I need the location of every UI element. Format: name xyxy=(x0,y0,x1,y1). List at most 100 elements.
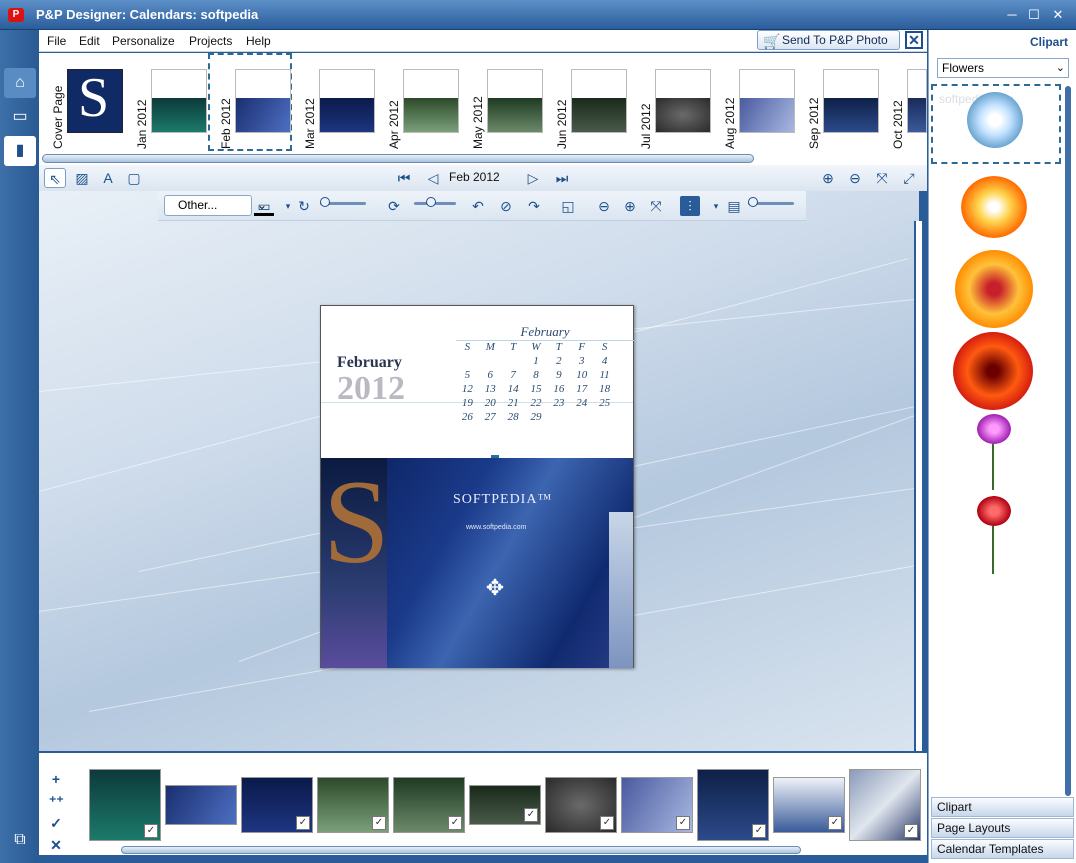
crop-icon[interactable]: ◱ xyxy=(558,196,578,216)
add-frame-icon[interactable]: ▢ xyxy=(123,168,145,188)
close-window-button[interactable]: ✕ xyxy=(1050,7,1066,23)
fullscreen-icon[interactable]: ⤢ xyxy=(898,168,920,188)
tray-photo[interactable]: ✓ xyxy=(849,769,921,841)
size-slider[interactable] xyxy=(414,197,456,207)
clipart-red-flower[interactable] xyxy=(953,332,1033,410)
remove-photo-icon[interactable]: ✕ xyxy=(49,837,63,853)
clipart-purple-flower[interactable] xyxy=(977,414,1011,444)
tray-photo[interactable]: ✓ xyxy=(89,769,161,841)
menu-help[interactable]: Help xyxy=(246,34,271,48)
tray-photo[interactable]: ✓ xyxy=(469,785,541,825)
tab-clipart[interactable]: Clipart xyxy=(931,797,1074,817)
canvas-horizontal-scrollbar[interactable] xyxy=(39,751,927,765)
check-icon[interactable]: ✓ xyxy=(752,824,766,838)
add-photo-icon[interactable]: + xyxy=(49,771,63,787)
canvas-vertical-scrollbar[interactable] xyxy=(914,221,922,751)
check-icon[interactable]: ✓ xyxy=(144,824,158,838)
page-thumb-may[interactable]: May 2012 xyxy=(471,63,545,149)
reset-rotation-icon[interactable]: ⊘ xyxy=(496,196,516,216)
check-icon[interactable]: ✓ xyxy=(448,816,462,830)
prev-page-icon[interactable]: ◁ xyxy=(422,168,444,188)
minimize-button[interactable]: ─ xyxy=(1004,7,1020,23)
tray-photo[interactable]: ✓ xyxy=(773,777,845,833)
page-thumb-jul[interactable]: Jul 2012 xyxy=(639,63,713,149)
add-text-icon[interactable]: A xyxy=(97,168,119,188)
send-to-photo-button[interactable]: 🛒 Send To P&P Photo xyxy=(757,30,900,50)
page-photo[interactable]: S SOFTPEDIA™ www.softpedia.com ✥ xyxy=(321,458,633,668)
move-icon[interactable]: ✥ xyxy=(481,574,509,602)
tab-page-layouts[interactable]: Page Layouts xyxy=(931,818,1074,838)
pages-icon[interactable]: ⧉ xyxy=(4,825,36,855)
page-thumb-aug[interactable]: Aug 2012 xyxy=(723,63,797,149)
effect-select[interactable]: Other... ⌄ xyxy=(164,195,267,216)
page-thumb-cover[interactable]: Cover Page S xyxy=(51,63,125,149)
image-zoom-in-icon[interactable]: ⊕ xyxy=(620,196,640,216)
page-thumb-oct[interactable]: Oct 2012 xyxy=(891,63,927,149)
home-icon[interactable]: ⌂ xyxy=(4,68,36,98)
clipart-red-small-flower[interactable] xyxy=(977,496,1011,526)
tray-photo[interactable]: ✓ xyxy=(621,777,693,833)
clipart-scrollbar[interactable] xyxy=(1065,86,1071,796)
refresh-icon[interactable]: ⟳ xyxy=(384,196,404,216)
last-page-icon[interactable]: ⏭ xyxy=(551,168,573,188)
adjust-icon[interactable]: ⫶ xyxy=(680,196,700,216)
close-icon[interactable]: ✕ xyxy=(905,31,923,49)
rotate-left-icon[interactable]: ↶ xyxy=(468,196,488,216)
day-cell: 22 xyxy=(530,397,542,409)
color-icon[interactable]: ▭ xyxy=(254,196,274,216)
check-icon[interactable]: ✓ xyxy=(904,824,918,838)
add-image-icon[interactable]: ▨ xyxy=(71,168,93,188)
photo-right-panel xyxy=(609,512,633,668)
clipart-category-select[interactable]: Flowers ⌄ xyxy=(937,58,1069,78)
clipart-blue-flower[interactable] xyxy=(967,92,1023,148)
menu-projects[interactable]: Projects xyxy=(189,34,232,48)
calendar-icon[interactable]: ▮ xyxy=(4,136,36,166)
format-toolbar: Other... ⌄ ▭ ▾ ↻ ⟳ ↶ ⊘ ↷ ◱ ⊖ ⊕ ⤧ ⫶ ▾ ▤ xyxy=(158,191,806,221)
clipart-yellow-flower[interactable] xyxy=(955,250,1033,328)
rotate-right-icon[interactable]: ↷ xyxy=(524,196,544,216)
tray-photo[interactable]: ✓ xyxy=(697,769,769,841)
rotate-icon[interactable]: ↻ xyxy=(294,196,314,216)
menu-personalize[interactable]: Personalize xyxy=(112,34,175,48)
menu-file[interactable]: File xyxy=(47,34,66,48)
rotate-slider[interactable] xyxy=(320,197,366,207)
page-strip-scrollbar[interactable] xyxy=(42,154,754,163)
next-page-icon[interactable]: ▷ xyxy=(522,168,544,188)
zoom-in-icon[interactable]: ⊕ xyxy=(817,168,839,188)
pointer-icon[interactable]: ⇖ xyxy=(44,168,66,188)
tray-photo[interactable] xyxy=(165,785,237,825)
first-page-icon[interactable]: ⏮ xyxy=(393,168,415,188)
check-icon[interactable]: ✓ xyxy=(600,816,614,830)
check-icon[interactable]: ✓ xyxy=(828,816,842,830)
photo-tray-scrollbar[interactable] xyxy=(121,846,801,854)
page-thumb-feb[interactable]: Feb 2012 xyxy=(219,63,293,149)
maximize-button[interactable]: ☐ xyxy=(1026,7,1042,23)
image-fit-icon[interactable]: ⤧ xyxy=(646,196,666,216)
tray-photo[interactable]: ✓ xyxy=(545,777,617,833)
add-folder-icon[interactable]: ⁺⁺ xyxy=(49,793,64,809)
image-zoom-out-icon[interactable]: ⊖ xyxy=(594,196,614,216)
tray-photo[interactable]: ✓ xyxy=(393,777,465,833)
page-thumb-jan[interactable]: Jan 2012 xyxy=(135,63,209,149)
opacity-slider[interactable] xyxy=(748,197,794,207)
check-icon[interactable]: ✓ xyxy=(676,816,690,830)
check-icon[interactable]: ✓ xyxy=(49,815,63,831)
menu-edit[interactable]: Edit xyxy=(79,34,100,48)
tray-photo[interactable]: ✓ xyxy=(241,777,313,833)
page-thumb-apr[interactable]: Apr 2012 xyxy=(387,63,461,149)
clipart-orange-flower[interactable] xyxy=(961,176,1027,238)
book-icon[interactable]: ▭ xyxy=(4,102,36,132)
check-icon[interactable]: ✓ xyxy=(524,808,538,822)
adjust-dropdown-icon[interactable]: ▾ xyxy=(706,196,726,216)
zoom-out-icon[interactable]: ⊖ xyxy=(844,168,866,188)
page-thumb-jun[interactable]: Jun 2012 xyxy=(555,63,629,149)
check-icon[interactable]: ✓ xyxy=(372,816,386,830)
fit-icon[interactable]: ⤧ xyxy=(871,168,893,188)
page-thumb-sep[interactable]: Sep 2012 xyxy=(807,63,881,149)
calendar-page[interactable]: February 2012 February SMTWTFS1234567891… xyxy=(320,305,634,668)
tray-photo[interactable]: ✓ xyxy=(317,777,389,833)
gradient-icon[interactable]: ▤ xyxy=(724,196,744,216)
tab-calendar-templates[interactable]: Calendar Templates xyxy=(931,839,1074,859)
check-icon[interactable]: ✓ xyxy=(296,816,310,830)
page-thumb-mar[interactable]: Mar 2012 xyxy=(303,63,377,149)
